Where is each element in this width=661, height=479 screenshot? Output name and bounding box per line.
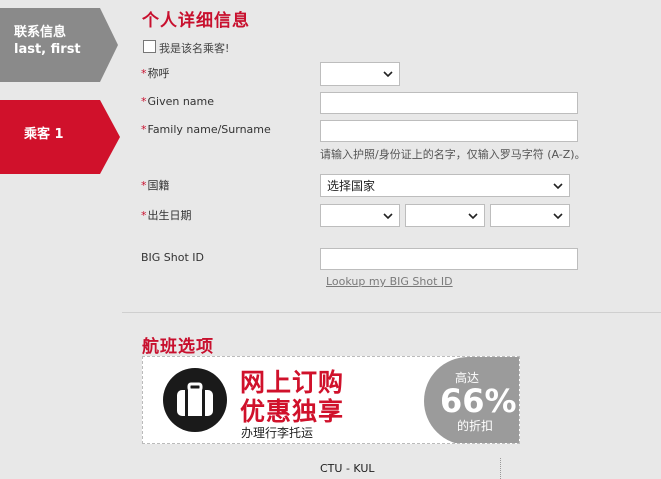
salutation-label: *称呼 [141,67,170,80]
salutation-select[interactable] [320,62,400,86]
dob-day-select[interactable] [320,204,400,227]
self-passenger-label: 我是该名乘客! [159,42,230,55]
step-contact-label: 联系信息 [14,25,67,40]
dotted-divider [500,458,502,479]
section-divider [122,312,661,313]
flight-route: CTU - KUL [320,462,375,475]
family-name-label: *Family name/Surname [141,123,271,136]
chevron-down-icon [383,212,393,219]
step-contact-info[interactable]: 联系信息 last, first [0,8,122,82]
dob-year-select[interactable] [490,204,570,227]
flight-options-title: 航班选项 [142,337,214,357]
nationality-select[interactable]: 选择国家 [320,174,570,197]
step-contact-sublabel: last, first [14,42,81,57]
discount-badge-bottom: 的折扣 [457,419,494,433]
nationality-label: *国籍 [141,179,170,192]
self-passenger-checkbox[interactable] [143,40,156,53]
given-name-input[interactable] [320,92,578,114]
bigshot-input[interactable] [320,248,578,270]
step-passenger-1[interactable]: 乘客 1 [0,100,122,174]
dob-month-select[interactable] [405,204,485,227]
dob-label: *出生日期 [141,209,192,222]
chevron-down-icon [383,71,393,78]
promo-subtext: 办理行李托运 [241,426,314,440]
chevron-down-icon [553,182,563,189]
given-name-label: *Given name [141,95,215,108]
step-navigation: 联系信息 last, first 乘客 1 [0,0,122,479]
baggage-icon-circle [163,368,227,432]
promo-headline-2: 优惠独享 [240,397,345,426]
chevron-down-icon [553,212,563,219]
personal-details-title: 个人详细信息 [142,11,250,31]
family-name-input[interactable] [320,120,578,142]
bigshot-label: BIG Shot ID [141,251,205,264]
nationality-value: 选择国家 [327,179,376,193]
chevron-down-icon [468,212,478,219]
step-passenger-label: 乘客 1 [24,127,64,142]
name-hint-text: 请输入护照/身份证上的名字，仅输入罗马字符 (A-Z)。 [320,148,586,161]
main-panel: 个人详细信息 我是该名乘客! *称呼 *Given name *Family n… [122,0,661,479]
baggage-promo-banner[interactable]: 网上订购 优惠独享 办理行李托运 高达 66% 的折扣 [142,356,520,444]
luggage-icon [177,382,213,416]
lookup-bigshot-link[interactable]: Lookup my BIG Shot ID [326,275,453,288]
discount-badge-percent: 66% [440,382,517,420]
